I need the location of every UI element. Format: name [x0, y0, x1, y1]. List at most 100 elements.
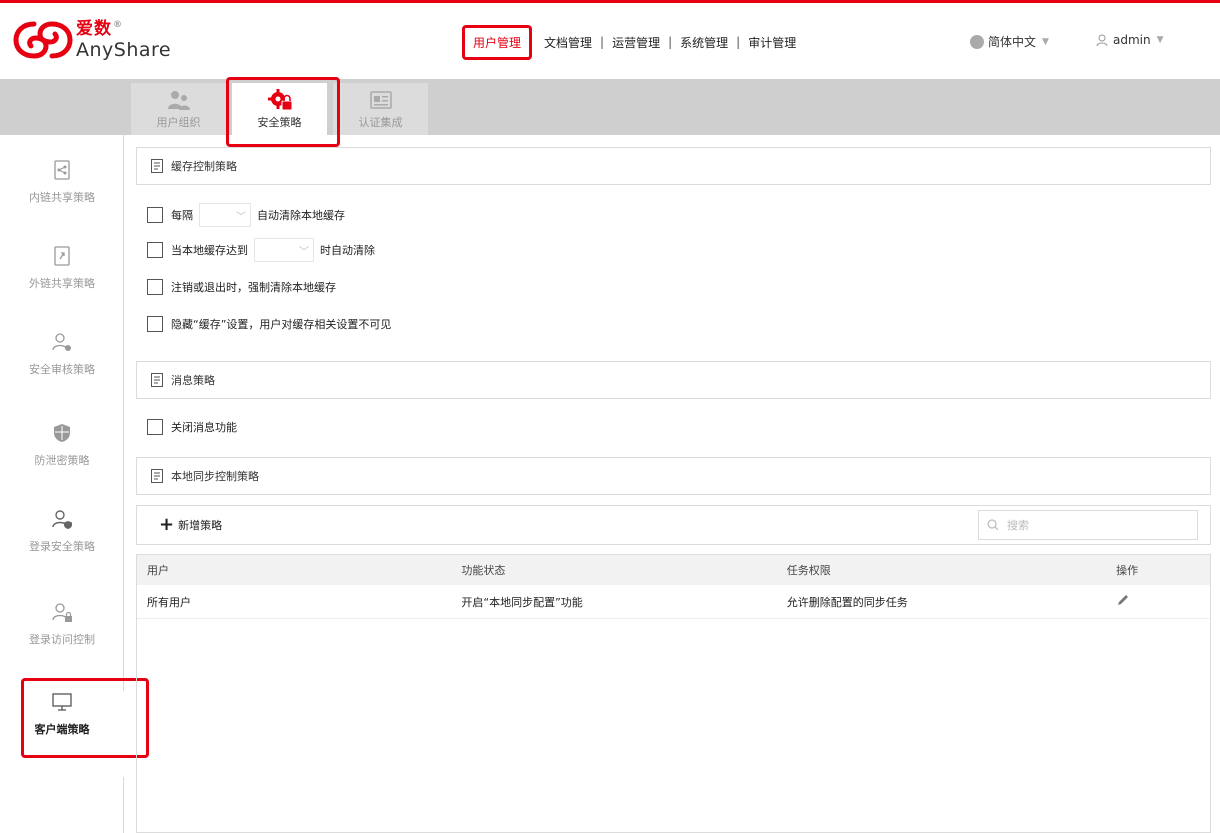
table-header: 用户 功能状态 任务权限 操作 [137, 555, 1210, 585]
clear-on-logout-option: 注销或退出时，强制清除本地缓存 [147, 279, 336, 295]
brand-name-en: AnyShare [76, 38, 172, 61]
tab-label: 认证集成 [358, 116, 403, 129]
sidebar-item-audit[interactable]: 安全审核策略 [0, 331, 124, 417]
username: admin [1113, 33, 1151, 47]
login-shield-icon [52, 510, 72, 529]
gear-lock-icon [267, 89, 292, 111]
sidebar-item-label: 安全审核策略 [29, 363, 95, 376]
option-suffix: 时自动清除 [320, 244, 375, 257]
chevron-down-icon: ▼ [1156, 35, 1164, 45]
section-header-local-sync: 本地同步控制策略 [136, 457, 1211, 495]
nav-separator: | [668, 35, 673, 49]
option-suffix: 自动清除本地缓存 [257, 209, 345, 222]
column-header-permission: 任务权限 [786, 564, 831, 577]
sidebar-item-login-security[interactable]: 登录安全策略 [0, 508, 124, 594]
section-title: 缓存控制策略 [171, 160, 237, 173]
cache-interval-checkbox[interactable] [147, 207, 163, 223]
nav-operation-management[interactable]: 运营管理 [606, 34, 666, 51]
tab-label: 用户组织 [156, 116, 201, 129]
option-prefix: 每隔 [171, 209, 193, 222]
sidebar-item-label: 客户端策略 [34, 723, 90, 736]
top-nav: 用户管理 文档管理 | 运营管理 | 系统管理 | 审计管理 [462, 24, 802, 60]
search-icon [987, 519, 999, 531]
inner-link-icon [54, 160, 70, 180]
option-prefix: 当本地缓存达到 [171, 244, 248, 257]
cell-user: 所有用户 [147, 595, 191, 609]
nav-document-management[interactable]: 文档管理 [538, 34, 598, 51]
language-label: 简体中文 [988, 35, 1037, 49]
sidebar-item-client-policy[interactable]: 客户端策略 [0, 691, 124, 777]
tab-auth-integration[interactable]: 认证集成 [333, 83, 428, 135]
sidebar-item-inner-link[interactable]: 内链共享策略 [0, 159, 124, 245]
add-policy-label: 新增策略 [178, 519, 223, 532]
hide-cache-setting-option: 隐藏“缓存”设置，用户对缓存相关设置不可见 [147, 316, 391, 332]
plus-icon: + [159, 514, 175, 535]
user-lock-icon [52, 603, 72, 622]
add-policy-button[interactable]: + 新增策略 [159, 516, 222, 534]
users-icon [167, 91, 190, 110]
nav-user-management[interactable]: 用户管理 [462, 24, 533, 60]
document-icon [151, 373, 163, 387]
id-card-icon [369, 91, 392, 109]
clear-on-logout-checkbox[interactable] [147, 279, 163, 295]
cell-status: 开启“本地同步配置”功能 [461, 595, 583, 609]
document-icon [151, 159, 163, 173]
option-label: 注销或退出时，强制清除本地缓存 [171, 281, 336, 294]
chevron-down-icon: ﹀ [236, 211, 246, 223]
monitor-icon [52, 693, 72, 711]
sidebar-item-label: 内链共享策略 [29, 191, 95, 204]
section-title: 本地同步控制策略 [171, 470, 259, 483]
anyshare-logo-icon [13, 21, 73, 59]
sync-toolbar: + 新增策略 搜索 [136, 505, 1211, 545]
disable-message-option: 关闭消息功能 [147, 419, 237, 435]
option-label: 隐藏“缓存”设置，用户对缓存相关设置不可见 [171, 318, 392, 331]
globe-icon [970, 34, 984, 49]
cache-interval-option: 每隔 ﹀ 自动清除本地缓存 [147, 203, 345, 227]
cell-action [1116, 593, 1210, 610]
nav-system-management[interactable]: 系统管理 [674, 34, 734, 51]
audit-user-icon [52, 333, 71, 351]
column-header-user: 用户 [147, 564, 169, 577]
tab-user-organization[interactable]: 用户组织 [131, 83, 226, 135]
outer-link-icon [54, 246, 70, 266]
brand-logo: 爱数® AnyShare [12, 15, 171, 65]
user-menu[interactable]: admin ▼ [1095, 33, 1164, 47]
option-label: 关闭消息功能 [171, 421, 237, 434]
sidebar-item-label: 登录访问控制 [29, 633, 95, 646]
nav-separator: | [736, 35, 741, 49]
sidebar-item-label: 防泄密策略 [34, 454, 90, 467]
section-header-cache: 缓存控制策略 [136, 147, 1211, 185]
language-switcher[interactable]: 简体中文 ▼ [970, 33, 1049, 50]
shield-icon [54, 424, 70, 442]
chevron-down-icon: ﹀ [299, 246, 309, 258]
sidebar-item-label: 外链共享策略 [29, 277, 95, 290]
cache-size-option: 当本地缓存达到 ﹀ 时自动清除 [147, 238, 375, 262]
disable-message-checkbox[interactable] [147, 419, 163, 435]
brand-name-cn: 爱数® [76, 18, 123, 39]
sidebar-item-leak-prevention[interactable]: 防泄密策略 [0, 422, 124, 508]
section-header-message: 消息策略 [136, 361, 1211, 399]
column-header-status: 功能状态 [461, 564, 506, 577]
search-input[interactable]: 搜索 [978, 510, 1198, 540]
module-tab-bar: 用户组织 安全策略 认证集成 [0, 79, 1220, 135]
hide-cache-setting-checkbox[interactable] [147, 316, 163, 332]
sync-policy-table: 用户 功能状态 任务权限 操作 所有用户 开启“本地同步配置”功能 允许删除配置… [136, 554, 1211, 833]
nav-audit-management[interactable]: 审计管理 [742, 34, 802, 51]
cache-size-select[interactable]: ﹀ [254, 238, 314, 262]
cache-size-checkbox[interactable] [147, 242, 163, 258]
column-header-action: 操作 [1116, 564, 1139, 577]
app-header: 爱数® AnyShare 用户管理 文档管理 | 运营管理 | 系统管理 | 审… [0, 3, 1220, 79]
sidebar-item-login-access[interactable]: 登录访问控制 [0, 601, 124, 687]
sidebar-item-label: 登录安全策略 [29, 540, 95, 553]
table-row[interactable]: 所有用户 开启“本地同步配置”功能 允许删除配置的同步任务 [137, 585, 1210, 619]
pencil-icon[interactable] [1116, 593, 1130, 607]
cache-interval-select[interactable]: ﹀ [199, 203, 251, 227]
sidebar-item-outer-link[interactable]: 外链共享策略 [0, 245, 124, 331]
chevron-down-icon: ▼ [1042, 36, 1049, 47]
policy-sidebar: 内链共享策略 外链共享策略 安全审核策略 防泄密策略 登录安全策略 登录访问控制… [0, 135, 124, 833]
user-icon [1096, 34, 1108, 47]
section-title: 消息策略 [171, 374, 215, 387]
tab-security-policy[interactable]: 安全策略 [232, 83, 327, 135]
cell-permission: 允许删除配置的同步任务 [786, 595, 908, 609]
nav-separator: | [600, 35, 605, 49]
